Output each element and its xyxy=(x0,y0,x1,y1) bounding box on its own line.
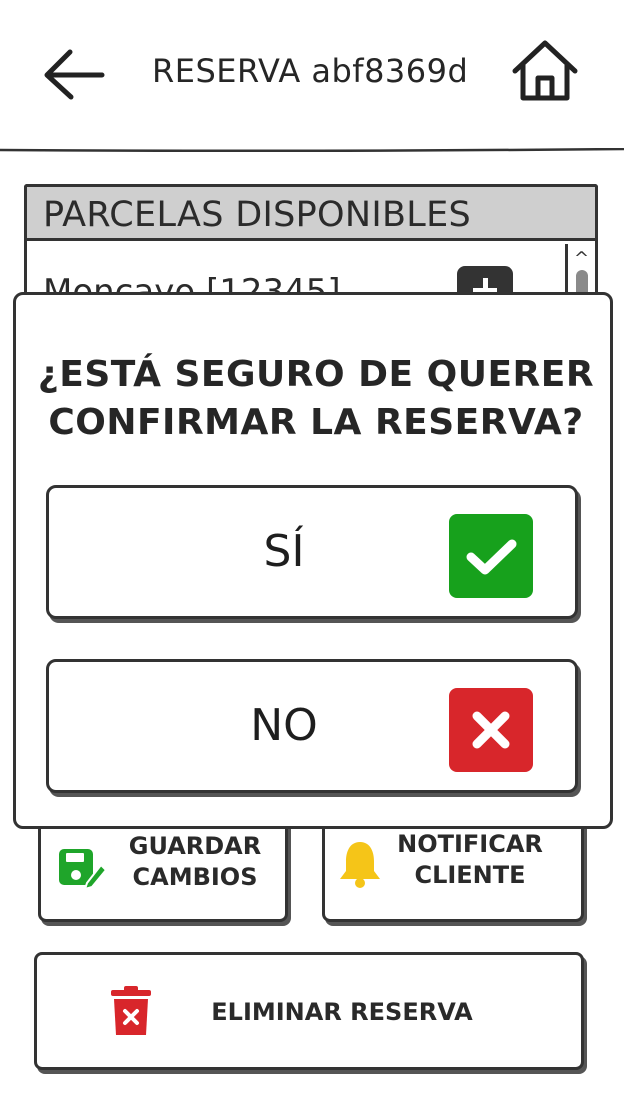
no-label: NO xyxy=(250,700,318,751)
trash-icon xyxy=(111,986,151,1035)
app-header: RESERVA abf8369d xyxy=(0,0,624,153)
save-changes-label: GUARDAR CAMBIOS xyxy=(128,832,262,891)
yes-label: SÍ xyxy=(263,526,305,577)
home-icon xyxy=(512,40,578,101)
bell-icon xyxy=(340,842,380,888)
page-title: RESERVA abf8369d xyxy=(152,52,469,90)
confirm-yes-button[interactable]: SÍ xyxy=(46,485,578,619)
confirm-dialog: ¿ESTÁ SEGURO DE QUERER CONFIRMAR LA RESE… xyxy=(13,292,613,829)
delete-reservation-label: ELIMINAR RESERVA xyxy=(211,998,473,1026)
home-button[interactable] xyxy=(510,38,580,104)
close-icon xyxy=(449,688,533,772)
notify-client-label: NOTIFICAR CLIENTE xyxy=(397,830,543,889)
delete-reservation-button[interactable]: ELIMINAR RESERVA xyxy=(34,952,584,1070)
back-button[interactable] xyxy=(40,46,106,102)
save-edit-icon xyxy=(59,849,107,891)
scroll-up-icon[interactable]: ^ xyxy=(574,248,589,269)
dialog-question: ¿ESTÁ SEGURO DE QUERER CONFIRMAR LA RESE… xyxy=(37,354,595,443)
parcelas-header: PARCELAS DISPONIBLES xyxy=(27,187,595,241)
check-icon xyxy=(449,514,533,598)
parcelas-title: PARCELAS DISPONIBLES xyxy=(43,195,472,235)
confirm-no-button[interactable]: NO xyxy=(46,659,578,793)
header-divider xyxy=(0,148,624,152)
arrow-left-icon xyxy=(44,49,105,100)
